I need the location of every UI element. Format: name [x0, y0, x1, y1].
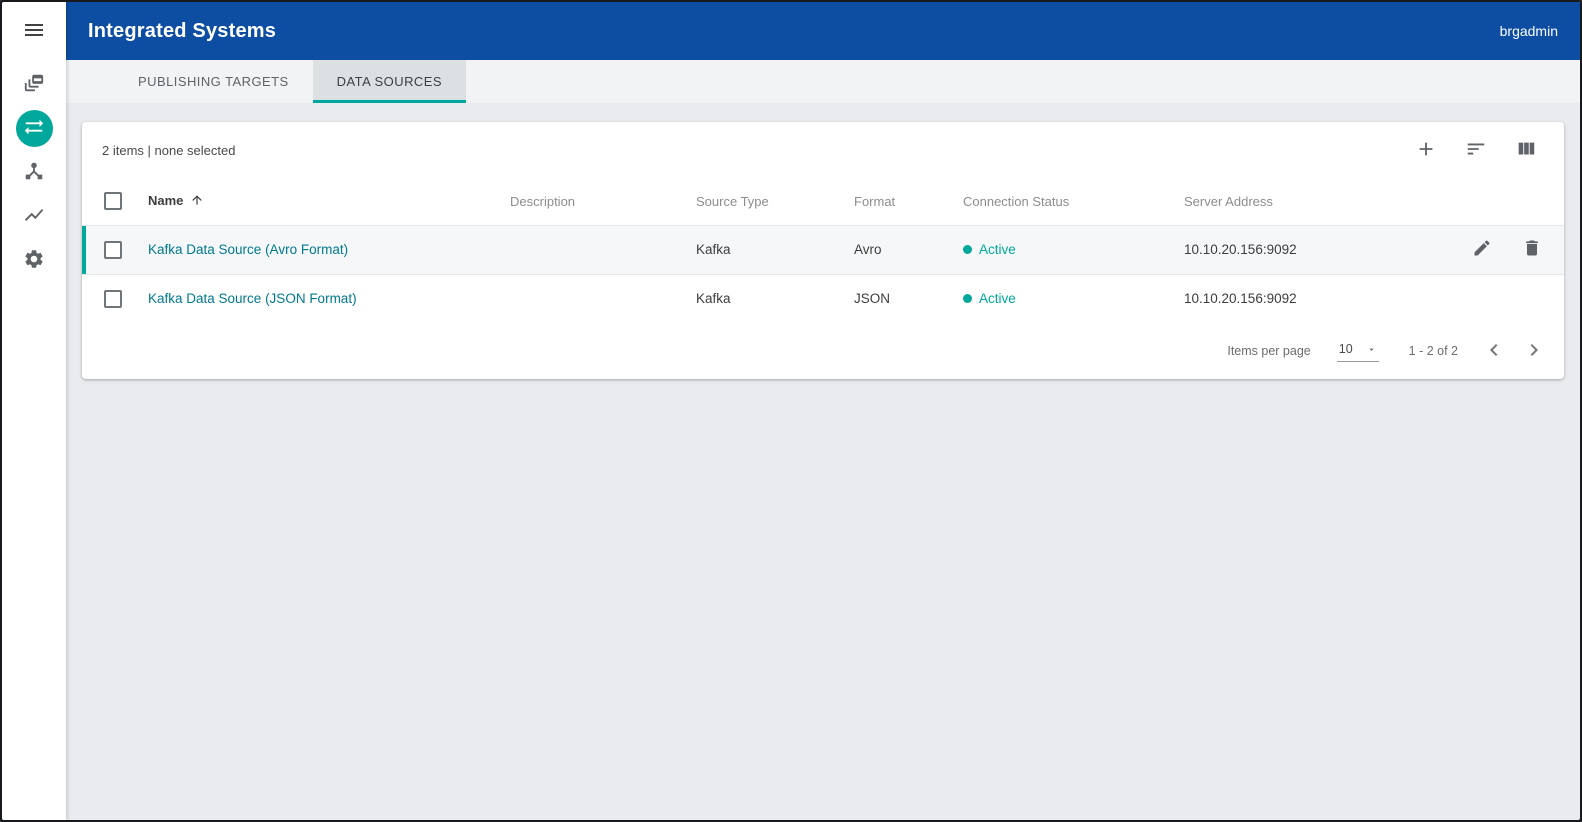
column-header-server-address[interactable]: Server Address: [1184, 178, 1436, 225]
delete-button[interactable]: [1516, 234, 1548, 266]
chevron-left-icon: [1482, 338, 1506, 365]
status-badge: Active: [963, 291, 1016, 306]
previous-page-button[interactable]: [1474, 331, 1514, 371]
hamburger-icon: [22, 18, 46, 45]
sync-arrows-icon: [23, 116, 45, 141]
edit-button[interactable]: [1466, 234, 1498, 266]
items-per-page-label: Items per page: [1227, 344, 1310, 358]
select-all-checkbox[interactable]: [104, 192, 122, 210]
tab-bar: PUBLISHING TARGETS DATA SOURCES: [66, 60, 1580, 103]
data-sources-card: 2 items | none selected: [82, 122, 1564, 379]
card-toolbar: 2 items | none selected: [82, 122, 1564, 178]
content-area: 2 items | none selected: [66, 103, 1580, 820]
sidebar-nav: [16, 60, 53, 279]
status-dot-icon: [963, 245, 972, 254]
page-size-select[interactable]: 10: [1337, 340, 1379, 362]
column-header-connection-status[interactable]: Connection Status: [963, 178, 1184, 225]
pencil-icon: [1472, 238, 1492, 261]
page-range-label: 1 - 2 of 2: [1409, 344, 1458, 358]
selection-summary: 2 items | none selected: [102, 143, 235, 158]
paginator: Items per page 10 1 - 2 of 2: [82, 323, 1564, 379]
table-row: Kafka Data Source (Avro Format) Kafka Av…: [82, 225, 1564, 274]
description-cell: [510, 225, 696, 274]
app-window: Integrated Systems brgadmin PUBLISHING T…: [0, 0, 1582, 822]
username-label[interactable]: brgadmin: [1500, 23, 1558, 39]
sort-icon: [1465, 138, 1487, 163]
trash-icon: [1522, 238, 1542, 261]
format-cell: Avro: [854, 225, 963, 274]
data-sources-table: Name Description Source Type Format Conn…: [82, 178, 1564, 323]
sidebar-item-integrated-systems[interactable]: [16, 110, 53, 147]
table-header-row: Name Description Source Type Format Conn…: [82, 178, 1564, 225]
sidebar-item-settings[interactable]: [16, 242, 53, 279]
chevron-down-icon: [1366, 344, 1377, 355]
column-header-actions: [1436, 178, 1564, 225]
line-chart-icon: [23, 204, 45, 229]
column-header-description[interactable]: Description: [510, 178, 696, 225]
data-source-link[interactable]: Kafka Data Source (Avro Format): [148, 242, 348, 257]
app-header: Integrated Systems brgadmin: [66, 2, 1580, 60]
sidebar: [2, 2, 66, 820]
hamburger-menu-button[interactable]: [2, 2, 66, 60]
status-badge: Active: [963, 242, 1016, 257]
toolbar-actions: [1408, 132, 1544, 168]
sidebar-item-content-feed[interactable]: [16, 66, 53, 103]
chevron-right-icon: [1522, 338, 1546, 365]
row-checkbox[interactable]: [104, 290, 122, 308]
description-cell: [510, 274, 696, 323]
column-header-format[interactable]: Format: [854, 178, 963, 225]
format-cell: JSON: [854, 274, 963, 323]
server-address-cell: 10.10.20.156:9092: [1184, 274, 1436, 323]
page-title: Integrated Systems: [88, 20, 276, 43]
tab-data-sources[interactable]: DATA SOURCES: [313, 60, 466, 103]
add-icon: [1415, 138, 1437, 163]
main-area: Integrated Systems brgadmin PUBLISHING T…: [66, 2, 1580, 820]
device-hub-icon: [23, 160, 45, 185]
table-row: Kafka Data Source (JSON Format) Kafka JS…: [82, 274, 1564, 323]
column-header-name[interactable]: Name: [148, 178, 510, 225]
gear-icon: [23, 248, 45, 273]
source-type-cell: Kafka: [696, 274, 854, 323]
column-header-source-type[interactable]: Source Type: [696, 178, 854, 225]
source-type-cell: Kafka: [696, 225, 854, 274]
columns-icon: [1515, 138, 1537, 163]
sort-button[interactable]: [1458, 132, 1494, 168]
next-page-button[interactable]: [1514, 331, 1554, 371]
add-button[interactable]: [1408, 132, 1444, 168]
server-address-cell: 10.10.20.156:9092: [1184, 225, 1436, 274]
status-dot-icon: [963, 294, 972, 303]
data-source-link[interactable]: Kafka Data Source (JSON Format): [148, 291, 357, 306]
sidebar-item-analytics[interactable]: [16, 198, 53, 235]
tab-publishing-targets[interactable]: PUBLISHING TARGETS: [114, 60, 313, 103]
columns-button[interactable]: [1508, 132, 1544, 168]
sort-ascending-icon: [190, 193, 204, 210]
sidebar-item-hierarchy[interactable]: [16, 154, 53, 191]
stacked-cards-icon: [23, 72, 45, 97]
row-checkbox[interactable]: [104, 241, 122, 259]
